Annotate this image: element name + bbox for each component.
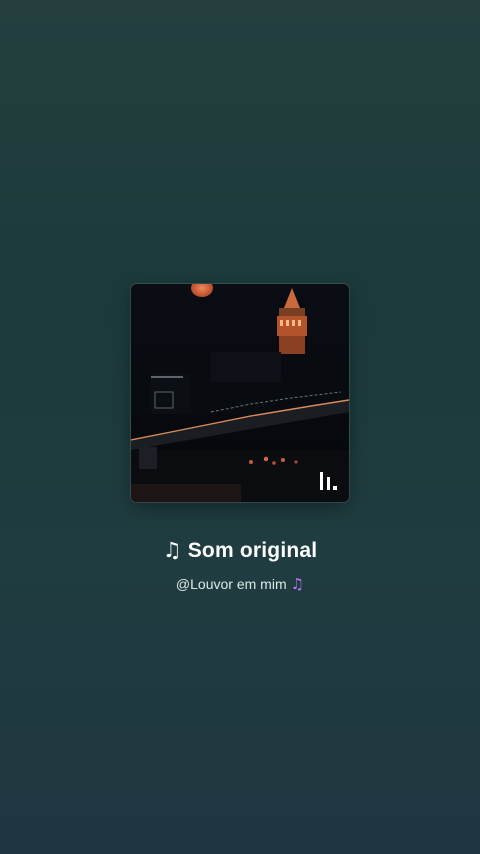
sound-author[interactable]: @Louvor em mim ♫ <box>0 575 480 593</box>
purple-music-note-icon: ♫ <box>290 575 305 593</box>
sound-author-handle[interactable]: @Louvor em mim <box>176 576 287 592</box>
sound-cover-art[interactable] <box>131 284 349 502</box>
sound-title-text: Som original <box>187 539 318 562</box>
music-note-icon: ♫ <box>162 538 182 562</box>
sound-title: ♫ Som original <box>0 538 480 563</box>
music-bars-icon <box>320 472 337 490</box>
